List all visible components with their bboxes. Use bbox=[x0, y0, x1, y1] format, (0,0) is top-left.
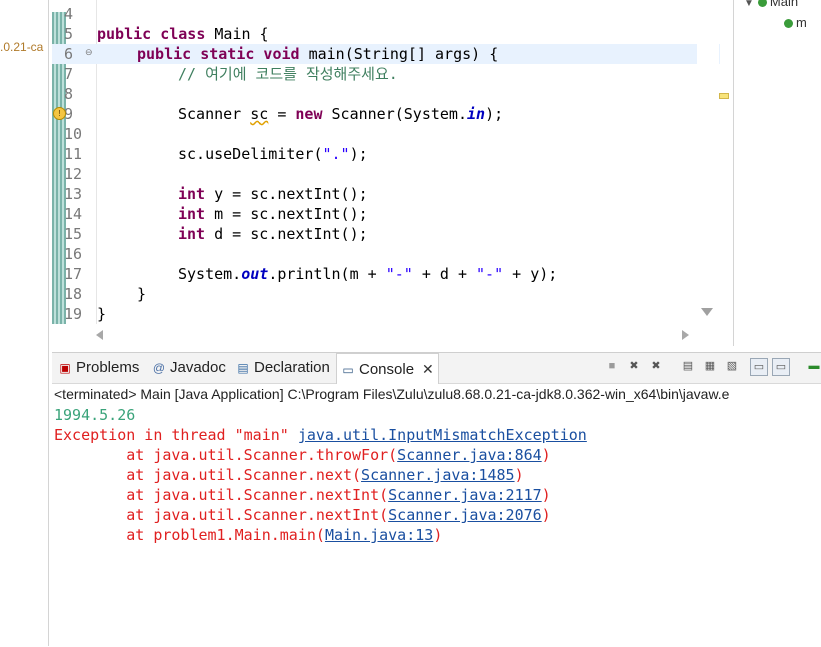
tab-javadoc[interactable]: @ Javadoc bbox=[148, 353, 230, 383]
stack-frame: at problem1.Main.main(Main.java:13) bbox=[54, 526, 443, 544]
source-link[interactable]: Main.java:13 bbox=[325, 526, 433, 544]
line-number: 14 bbox=[64, 205, 83, 223]
console-icon: ▭ bbox=[342, 363, 354, 377]
remove-all-launches-icon[interactable]: ✖ bbox=[648, 358, 664, 374]
code-line-11[interactable]: 11 sc.useDelimiter("."); bbox=[52, 144, 720, 164]
code-line-16[interactable]: 16 bbox=[52, 244, 720, 264]
code-line-17[interactable]: 17 System.out.println(m + "-" + d + "-" … bbox=[52, 264, 720, 284]
code-line-19[interactable]: 19 } bbox=[52, 304, 720, 324]
code-text: int y = sc.nextInt(); bbox=[178, 185, 368, 203]
line-number: 5 bbox=[64, 25, 74, 43]
code-text: public class Main { bbox=[97, 25, 269, 43]
console-output[interactable]: 1994.5.26 Exception in thread "main" jav… bbox=[54, 405, 814, 545]
scroll-lock-icon[interactable]: ▦ bbox=[702, 358, 718, 374]
class-icon bbox=[757, 0, 767, 8]
stdout-line: 1994.5.26 bbox=[54, 406, 136, 424]
word-wrap-icon[interactable]: ▧ bbox=[724, 358, 740, 374]
package-explorer-strip: .0.21-ca bbox=[0, 0, 49, 646]
show-console-stdout-icon[interactable]: ▭ bbox=[750, 358, 768, 376]
line-number: 4 bbox=[64, 5, 74, 23]
line-number: 13 bbox=[64, 185, 83, 203]
line-number: 7 bbox=[64, 65, 74, 83]
code-line-15[interactable]: 15 int d = sc.nextInt(); bbox=[52, 224, 720, 244]
code-line-7[interactable]: 7 // 여기에 코드를 작성해주세요. bbox=[52, 64, 720, 84]
code-text: public static void main(String[] args) { bbox=[137, 45, 499, 63]
code-text: int m = sc.nextInt(); bbox=[178, 205, 368, 223]
scrollbar-track[interactable] bbox=[108, 332, 678, 338]
code-text: } bbox=[137, 285, 147, 303]
code-comment: // 여기에 코드를 작성해주세요. bbox=[178, 65, 398, 83]
stack-frame: at java.util.Scanner.next(Scanner.java:1… bbox=[54, 466, 524, 484]
code-line-9[interactable]: 9 Scanner sc = new Scanner(System.in); bbox=[52, 104, 720, 124]
code-text: sc.useDelimiter("."); bbox=[178, 145, 368, 163]
code-line-10[interactable]: 10 bbox=[52, 124, 720, 144]
stack-frame: at java.util.Scanner.throwFor(Scanner.ja… bbox=[54, 446, 551, 464]
scroll-down-arrow-icon[interactable] bbox=[701, 308, 713, 316]
line-number: 15 bbox=[64, 225, 83, 243]
clear-console-icon[interactable]: ▤ bbox=[680, 358, 696, 374]
line-number: 18 bbox=[64, 285, 83, 303]
close-icon[interactable]: ✕ bbox=[422, 361, 434, 377]
tab-console[interactable]: ▭ Console ✕ bbox=[336, 353, 439, 384]
pin-console-icon[interactable]: ▬ bbox=[806, 358, 821, 374]
code-line-5[interactable]: 5 public class Main { bbox=[52, 24, 720, 44]
terminate-icon[interactable]: ■ bbox=[604, 358, 620, 374]
javadoc-icon: @ bbox=[152, 361, 166, 375]
view-tabs: ▣ Problems @ Javadoc ▤ Declaration ▭ Console… bbox=[52, 353, 821, 384]
chevron-down-icon[interactable]: ▼ bbox=[744, 0, 754, 9]
line-number: 11 bbox=[64, 145, 83, 163]
line-number: 9 bbox=[64, 105, 74, 123]
show-console-stderr-icon[interactable]: ▭ bbox=[772, 358, 790, 376]
overview-ruler[interactable] bbox=[697, 0, 729, 324]
problems-icon: ▣ bbox=[59, 361, 71, 375]
code-text: int d = sc.nextInt(); bbox=[178, 225, 368, 243]
tab-problems[interactable]: ▣ Problems bbox=[54, 353, 143, 383]
line-number: 19 bbox=[64, 305, 83, 323]
outline-item-main[interactable]: ▼ Main bbox=[744, 0, 798, 9]
fold-collapse-icon[interactable]: ⊖ bbox=[85, 47, 93, 58]
code-line-4[interactable]: 4 bbox=[52, 4, 720, 24]
code-text: Scanner sc = new Scanner(System.in); bbox=[178, 105, 504, 123]
warning-icon[interactable]: ! bbox=[53, 107, 66, 120]
stack-frame: at java.util.Scanner.nextInt(Scanner.jav… bbox=[54, 486, 551, 504]
outline-item-method[interactable]: m bbox=[784, 15, 807, 30]
line-number: 17 bbox=[64, 265, 83, 283]
declaration-icon: ▤ bbox=[237, 361, 249, 375]
exception-class-link[interactable]: java.util.InputMismatchException bbox=[298, 426, 587, 444]
code-line-18[interactable]: 18 } bbox=[52, 284, 720, 304]
code-line-13[interactable]: 13 int y = sc.nextInt(); bbox=[52, 184, 720, 204]
code-text: System.out.println(m + "-" + d + "-" + y… bbox=[178, 265, 558, 283]
code-text: } bbox=[97, 305, 107, 323]
remove-launch-icon[interactable]: ✖ bbox=[626, 358, 642, 374]
code-line-8[interactable]: 8 bbox=[52, 84, 720, 104]
line-number: 8 bbox=[64, 85, 74, 103]
line-number: 12 bbox=[64, 165, 83, 183]
code-line-12[interactable]: 12 bbox=[52, 164, 720, 184]
source-link[interactable]: Scanner.java:2117 bbox=[388, 486, 542, 504]
source-link[interactable]: Scanner.java:1485 bbox=[361, 466, 515, 484]
code-line-14[interactable]: 14 int m = sc.nextInt(); bbox=[52, 204, 720, 224]
line-number: 16 bbox=[64, 245, 83, 263]
horizontal-scrollbar[interactable] bbox=[96, 326, 696, 344]
stack-frame: at java.util.Scanner.nextInt(Scanner.jav… bbox=[54, 506, 551, 524]
code-line-6[interactable]: 6 public static void main(String[] args)… bbox=[52, 44, 720, 64]
scroll-left-arrow-icon[interactable] bbox=[96, 330, 103, 340]
method-icon bbox=[784, 19, 793, 29]
source-link[interactable]: Scanner.java:2076 bbox=[388, 506, 542, 524]
bottom-panel: ▣ Problems @ Javadoc ▤ Declaration ▭ Console… bbox=[52, 352, 821, 647]
ruler-warning-mark[interactable] bbox=[719, 93, 729, 99]
outline-panel: ▼ Main m bbox=[733, 0, 821, 346]
tab-declaration[interactable]: ▤ Declaration bbox=[232, 353, 334, 383]
project-label[interactable]: .0.21-ca bbox=[0, 40, 43, 54]
scroll-right-arrow-icon[interactable] bbox=[682, 330, 689, 340]
line-number: 10 bbox=[64, 125, 83, 143]
console-toolbar: ■ ✖ ✖ ▤ ▦ ▧ ▭ ▭ ▬ bbox=[604, 358, 821, 378]
console-process-label: <terminated> Main [Java Application] C:\… bbox=[52, 384, 821, 404]
code-editor[interactable]: 4 5 public class Main { 6 public static … bbox=[52, 0, 729, 346]
source-link[interactable]: Scanner.java:864 bbox=[397, 446, 542, 464]
exception-line: Exception in thread "main" java.util.Inp… bbox=[54, 426, 587, 444]
